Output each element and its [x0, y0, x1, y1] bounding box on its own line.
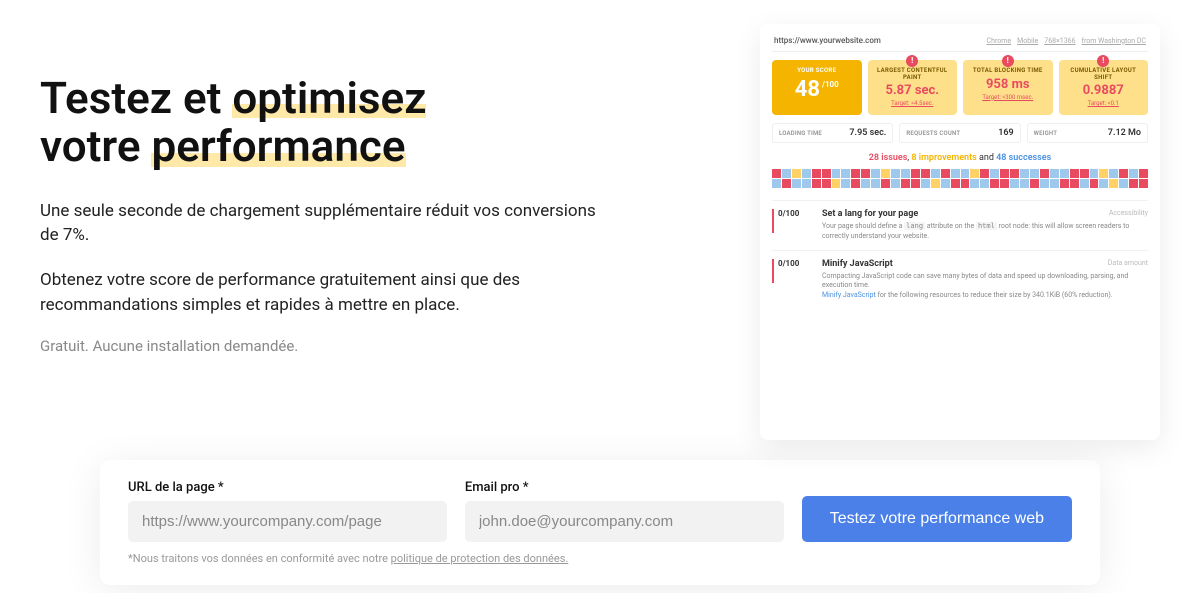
privacy-note: *Nous traitons vos données en conformité…: [128, 552, 1072, 565]
issue-category: Data amount: [1108, 259, 1148, 269]
title-highlight: performance: [151, 122, 405, 170]
title-highlight: optimisez: [232, 74, 426, 122]
score-label: YOUR SCORE: [776, 68, 858, 75]
issue-desc: Compacting JavaScript code can save many…: [822, 272, 1148, 301]
metric-label: LARGEST CONTENTFUL PAINT: [872, 68, 954, 81]
url-label: URL de la page *: [128, 480, 447, 495]
metric-value: 5.87 sec.: [872, 83, 954, 98]
metric-target: Target: <4.5sec.: [872, 100, 954, 107]
form-card: URL de la page * Email pro * Testez votr…: [100, 460, 1100, 585]
metric-card-tbt: ! TOTAL BLOCKING TIME 958 ms Target: <30…: [963, 60, 1053, 115]
score-card: YOUR SCORE 48/100: [772, 60, 862, 115]
alert-icon: !: [1002, 55, 1014, 67]
mini-stat-weight: WEIGHT 7.12 Mo: [1027, 123, 1148, 143]
report-preview: https://www.yourwebsite.com Chrome Mobil…: [760, 24, 1160, 440]
email-label: Email pro *: [465, 480, 784, 495]
mini-label: WEIGHT: [1034, 130, 1058, 137]
meta-viewport: 768×1366: [1044, 37, 1075, 45]
issues-grid: [772, 169, 1148, 188]
metric-value: 958 ms: [967, 77, 1049, 92]
issue-item: 0/100 Minify JavaScript Data amount Comp…: [772, 250, 1148, 309]
alert-icon: !: [906, 55, 918, 67]
issue-score: 0/100: [778, 209, 799, 218]
metric-target: Target: <300 msec.: [967, 94, 1049, 101]
mini-stat-loading: LOADING TIME 7.95 sec.: [772, 123, 893, 143]
title-text: votre: [40, 120, 151, 172]
issue-score: 0/100: [778, 259, 799, 268]
mini-value: 7.95 sec.: [849, 128, 886, 138]
meta-location: from Washington DC: [1082, 37, 1146, 45]
metric-label: TOTAL BLOCKING TIME: [967, 68, 1049, 75]
privacy-link[interactable]: politique de protection des données.: [391, 552, 569, 565]
hero-para-2: Obtenez votre score de performance gratu…: [40, 268, 600, 317]
metric-value: 0.9887: [1063, 83, 1145, 98]
hero-subtext: Gratuit. Aucune installation demandée.: [40, 337, 629, 355]
mock-meta: Chrome Mobile 768×1366 from Washington D…: [987, 37, 1146, 45]
metric-label: CUMULATIVE LAYOUT SHIFT: [1063, 68, 1145, 81]
mini-value: 7.12 Mo: [1108, 128, 1141, 138]
page-title: Testez et optimisez votre performance: [40, 74, 629, 171]
issue-desc: Your page should define a lang attribute…: [822, 222, 1148, 242]
meta-browser: Chrome: [987, 37, 1012, 45]
submit-button[interactable]: Testez votre performance web: [802, 496, 1072, 542]
metric-card-lcp: ! LARGEST CONTENTFUL PAINT 5.87 sec. Tar…: [868, 60, 958, 115]
issues-summary: 28 issues, 8 improvements and 48 success…: [772, 153, 1148, 163]
severity-bar: [772, 259, 774, 283]
mock-url: https://www.yourwebsite.com: [774, 36, 881, 45]
url-input[interactable]: [128, 501, 447, 542]
issue-title: Set a lang for your page: [822, 209, 918, 219]
alert-icon: !: [1097, 55, 1109, 67]
hero-para-1: Une seule seconde de chargement suppléme…: [40, 199, 600, 248]
email-input[interactable]: [465, 501, 784, 542]
metric-card-cls: ! CUMULATIVE LAYOUT SHIFT 0.9887 Target:…: [1059, 60, 1149, 115]
mini-stat-requests: REQUESTS COUNT 169: [899, 123, 1020, 143]
severity-bar: [772, 209, 774, 233]
issue-item: 0/100 Set a lang for your page Accessibi…: [772, 200, 1148, 250]
mini-label: REQUESTS COUNT: [906, 130, 960, 137]
score-value: 48/100: [776, 77, 858, 102]
mini-value: 169: [998, 128, 1013, 138]
title-text: Testez et: [40, 72, 232, 124]
mini-label: LOADING TIME: [779, 130, 822, 137]
meta-device: Mobile: [1017, 37, 1038, 45]
metric-target: Target: <0.1: [1063, 100, 1145, 107]
issue-title: Minify JavaScript: [822, 259, 893, 269]
issue-category: Accessibility: [1109, 209, 1148, 219]
